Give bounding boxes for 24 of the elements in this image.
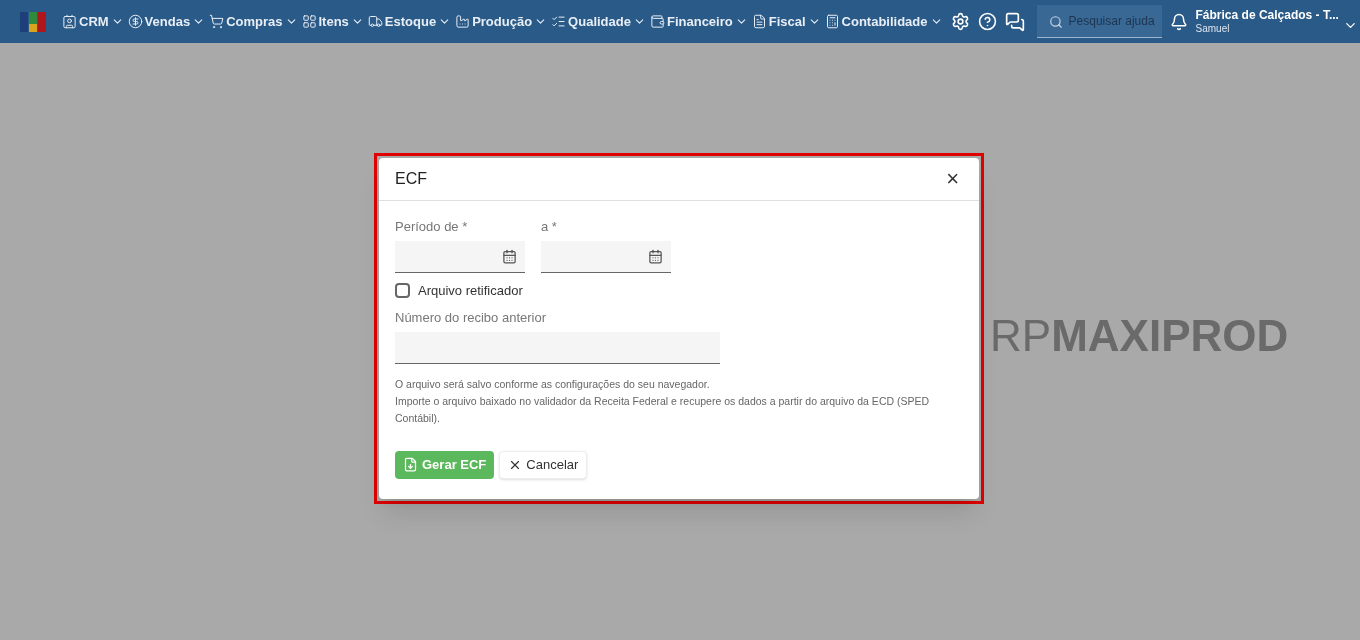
close-button[interactable]: × — [942, 168, 963, 190]
nav-menu[interactable]: Compras — [209, 11, 298, 32]
nav-menu[interactable]: CRM — [62, 11, 124, 32]
nav-menu[interactable]: Qualidade — [551, 11, 646, 32]
field-label: Período de * — [395, 218, 469, 236]
nav-menu[interactable]: Produção — [455, 11, 548, 32]
nav-menu[interactable]: Estoque — [367, 11, 452, 32]
info-text: O arquivo será salvo conforme as configurações do seu navegador. — [395, 376, 711, 392]
nav-menu[interactable]: Financeiro — [649, 11, 748, 32]
user-name: Samuel — [1195, 22, 1231, 36]
nav-menu[interactable]: Vendas — [127, 11, 206, 32]
search-field[interactable]: Pesquisar ajuda — [1036, 5, 1162, 38]
checkbox-label: Arquivo retificador — [418, 281, 523, 300]
field-label: Número do recibo anterior — [395, 309, 548, 327]
info-text: Importe o arquivo baixado no validador da Receita Federal e recupere os dados a partir do arquivo da ECD (SPED Contábil). — [395, 393, 931, 426]
logo-text: RP — [990, 314, 1052, 358]
company-name: Fábrica de Calçados - T... — [1195, 7, 1339, 23]
logo-text-bold: MAXIPROD — [1051, 314, 1289, 358]
cancel-button[interactable]: Cancelar — [499, 450, 588, 479]
field-label: a * — [541, 218, 558, 236]
nav-menu[interactable]: Contabilidade — [824, 11, 943, 32]
dialog-title: ECF — [395, 169, 427, 189]
nav-menu[interactable]: Fiscal — [751, 11, 821, 32]
nav-menu[interactable]: Itens — [301, 11, 364, 32]
